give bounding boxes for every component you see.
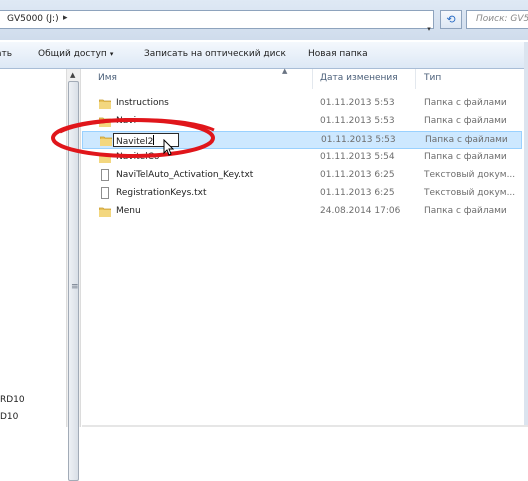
file-name: RegistrationKeys.txt xyxy=(116,188,207,198)
file-type: Папка с файлами xyxy=(424,152,507,162)
column-header-name[interactable]: Имя xyxy=(98,73,117,83)
file-name: Instructions xyxy=(116,98,169,108)
column-header-row: ▲ Имя Дата изменения Тип xyxy=(82,67,528,89)
address-path[interactable]: GV5000 (J:) xyxy=(7,14,59,24)
toolbar-item-partial[interactable]: ать xyxy=(0,49,12,59)
list-item[interactable]: Instructions 01.11.2013 5:53 Папка с фай… xyxy=(82,95,522,113)
nav-item-drive-2[interactable]: D10 xyxy=(0,412,18,422)
file-date: 01.11.2013 5:53 xyxy=(321,135,396,145)
file-type: Текстовый докум... xyxy=(424,188,516,198)
share-menu-label: Общий доступ xyxy=(38,49,107,59)
list-item[interactable]: RegistrationKeys.txt 01.11.2013 6:25 Тек… xyxy=(82,185,522,203)
file-name: Menu xyxy=(116,206,141,216)
burn-disc-button[interactable]: Записать на оптический диск xyxy=(144,49,286,59)
file-name: NaviTelAuto_Activation_Key.txt xyxy=(116,170,254,180)
mouse-cursor-icon xyxy=(163,139,175,156)
file-date: 01.11.2013 5:54 xyxy=(320,152,395,162)
refresh-button[interactable]: ⟲ xyxy=(440,10,462,29)
file-type: Папка с файлами xyxy=(424,98,507,108)
column-divider[interactable] xyxy=(312,69,313,89)
column-header-type[interactable]: Тип xyxy=(424,73,441,83)
column-header-date[interactable]: Дата изменения xyxy=(320,73,398,83)
address-bar-row: GV5000 (J:) ▸ ▾ ⟲ Поиск: GV5 xyxy=(0,0,528,40)
list-item[interactable]: NaviTelAuto_Activation_Key.txt 01.11.201… xyxy=(82,167,522,185)
file-date: 01.11.2013 6:25 xyxy=(320,170,395,180)
address-history-dropdown-icon[interactable]: ▾ xyxy=(424,25,434,37)
list-item[interactable]: Menu 24.08.2014 17:06 Папка с файлами xyxy=(82,203,522,221)
refresh-icon: ⟲ xyxy=(446,13,456,26)
scrollbar-grip-icon: ≡ xyxy=(71,282,79,292)
folder-icon xyxy=(99,99,111,109)
command-toolbar: ать Общий доступ▾ Записать на оптический… xyxy=(0,42,528,69)
breadcrumb-chevron-icon[interactable]: ▸ xyxy=(63,13,68,23)
file-date: 01.11.2013 6:25 xyxy=(320,188,395,198)
file-date: 01.11.2013 5:53 xyxy=(320,116,395,126)
text-file-icon xyxy=(101,169,109,181)
column-divider[interactable] xyxy=(415,69,416,89)
file-date: 24.08.2014 17:06 xyxy=(320,206,401,216)
new-folder-button[interactable]: Новая папка xyxy=(308,49,368,59)
search-input[interactable]: Поиск: GV5 xyxy=(466,10,528,29)
scroll-up-arrow-icon[interactable]: ▲ xyxy=(70,71,75,79)
file-type: Папка с файлами xyxy=(424,206,507,216)
file-type: Папка с файлами xyxy=(425,135,508,145)
annotation-ellipse xyxy=(51,118,215,158)
text-file-icon xyxy=(101,187,109,199)
address-bar[interactable]: GV5000 (J:) ▸ ▾ xyxy=(0,10,434,33)
chevron-down-icon: ▾ xyxy=(109,50,114,58)
file-type: Папка с файлами xyxy=(424,116,507,126)
folder-icon xyxy=(99,207,111,217)
file-type: Текстовый докум... xyxy=(424,170,516,180)
search-placeholder: Поиск: GV5 xyxy=(476,14,528,24)
file-date: 01.11.2013 5:53 xyxy=(320,98,395,108)
sort-ascending-icon: ▲ xyxy=(282,67,288,75)
window-right-edge xyxy=(524,42,528,427)
share-menu-button[interactable]: Общий доступ ▾ xyxy=(38,49,113,59)
nav-item-drive-1[interactable]: RD10 xyxy=(0,395,25,405)
